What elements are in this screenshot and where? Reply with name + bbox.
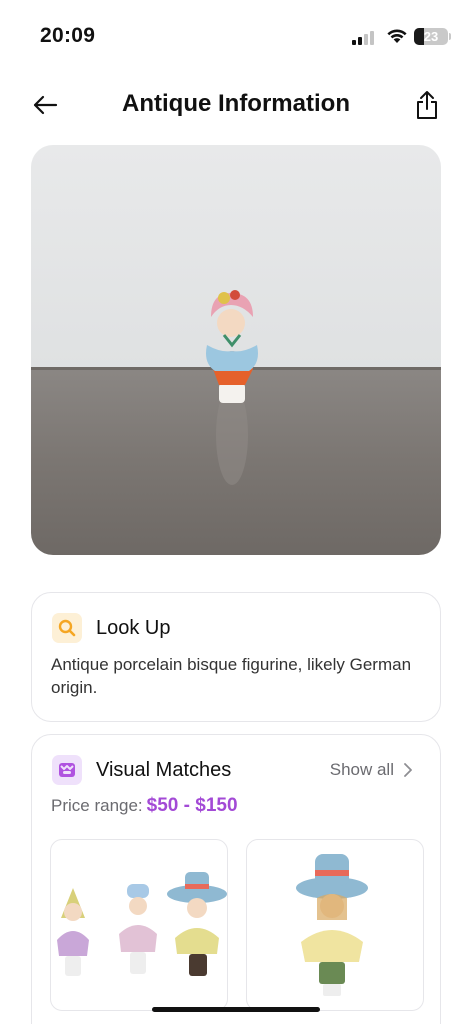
nav-header: Antique Information: [0, 80, 472, 130]
share-icon: [417, 91, 437, 119]
match-thumbnail[interactable]: [50, 839, 228, 1011]
battery-tip: [449, 33, 451, 40]
match-thumbnail[interactable]: [246, 839, 424, 1011]
share-button[interactable]: [410, 86, 444, 124]
antique-photo: [31, 145, 441, 555]
lookup-card: Look Up Antique porcelain bisque figurin…: [31, 592, 441, 722]
price-label: Price range:: [51, 796, 143, 815]
visual-matches-card: Visual Matches Show all Price range: $50 …: [31, 734, 441, 1024]
price-value: $50 - $150: [146, 795, 238, 816]
battery-level: 23: [423, 29, 439, 44]
show-all-label: Show all: [329, 760, 394, 779]
chevron-right-icon: [404, 763, 412, 777]
price-range: Price range: $50 - $150: [51, 795, 238, 817]
image-match-icon: [52, 755, 82, 785]
home-indicator[interactable]: [152, 1007, 320, 1012]
lookup-title: Look Up: [96, 617, 171, 639]
page-title: Antique Information: [122, 90, 350, 117]
wifi-icon: [387, 29, 407, 43]
status-bar: 20:09 23: [0, 0, 472, 70]
lookup-description: Antique porcelain bisque figurine, likel…: [51, 655, 412, 697]
cellular-signal-icon: [352, 30, 376, 45]
visual-matches-title: Visual Matches: [96, 759, 232, 781]
battery-icon: 23: [414, 28, 448, 45]
search-icon: [52, 613, 82, 643]
status-time: 20:09: [40, 24, 96, 47]
show-all-link[interactable]: Show all: [330, 760, 412, 780]
